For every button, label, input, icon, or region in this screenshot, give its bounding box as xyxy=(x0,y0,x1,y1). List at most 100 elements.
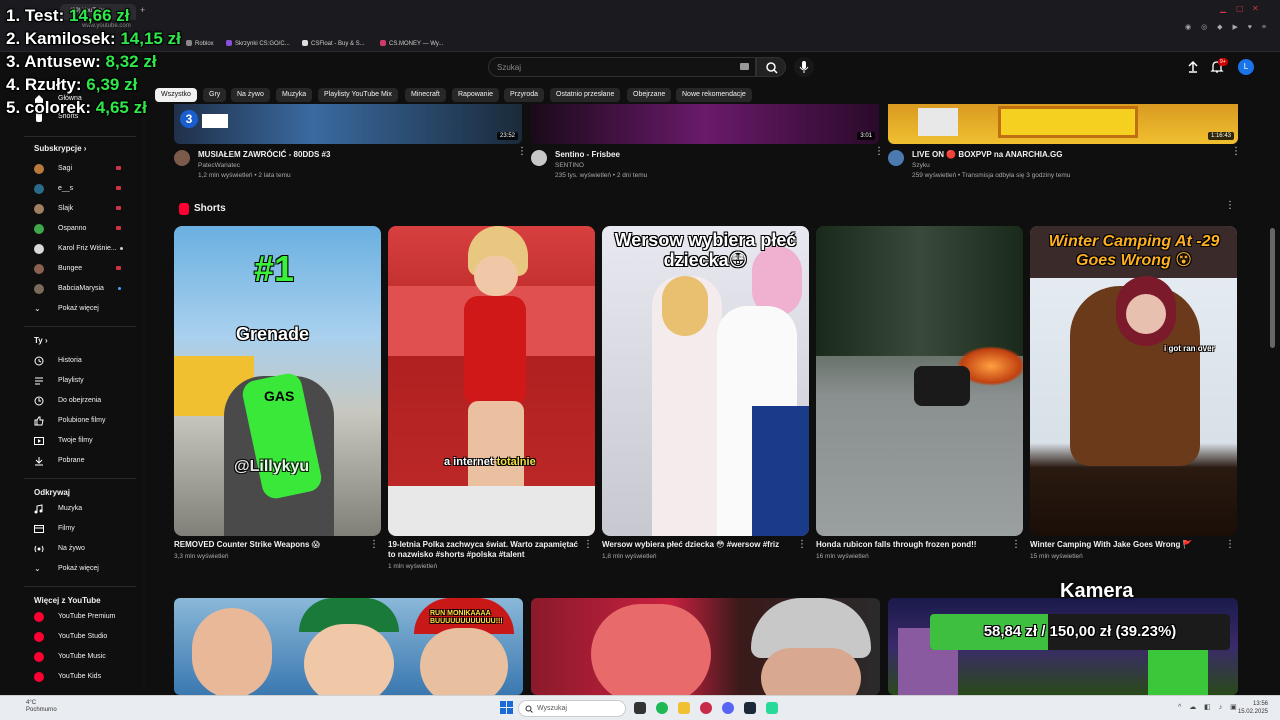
sidebar-sub-bungee[interactable]: Bungee xyxy=(34,264,134,278)
taskbar-search[interactable]: Wyszukaj xyxy=(518,700,626,717)
sidebar-item-label: Polubione filmy xyxy=(58,417,106,424)
video-thumbnail[interactable]: RUN MONIKAAAA BUUUUUUUUUUUU!!! xyxy=(174,598,523,695)
more-options-icon[interactable]: ⋮ xyxy=(874,147,884,157)
sidebar-show-more-explore[interactable]: ⌄ Pokaż więcej xyxy=(34,564,134,578)
video-title[interactable]: LIVE ON 🔴 BOXPVP na ANARCHIA.GG xyxy=(912,150,1062,159)
video-thumbnail[interactable]: 3:01 xyxy=(531,104,879,144)
bookmark-csfloat[interactable]: CSFloat - Buy & S... xyxy=(302,40,365,47)
sidebar-item-your-videos[interactable]: Twoje filmy xyxy=(34,436,134,450)
upload-icon[interactable] xyxy=(1186,60,1200,74)
sidebar-item-playlists[interactable]: Playlisty xyxy=(34,376,134,390)
live-indicator-icon xyxy=(116,186,121,190)
short-title[interactable]: Honda rubicon falls through frozen pond!… xyxy=(816,540,1006,550)
more-options-icon[interactable]: ⋮ xyxy=(583,540,593,550)
chip-minecraft[interactable]: Minecraft xyxy=(405,88,446,102)
video-channel[interactable]: PatecWariatec xyxy=(198,162,240,169)
main-scrollbar-thumb[interactable] xyxy=(1270,228,1275,348)
sidebar-item-liked[interactable]: Polubione filmy xyxy=(34,416,134,430)
sidebar-item-kids[interactable]: YouTube Kids xyxy=(34,672,134,686)
short-title[interactable]: Winter Camping With Jake Goes Wrong 🚩 xyxy=(1030,540,1220,550)
sidebar-sub-ospanno[interactable]: Ospanno xyxy=(34,224,134,238)
donation-goal-progress: 58,84 zł / 150,00 zł (39.23%) xyxy=(930,614,1230,650)
short-views: 3,3 mln wyświetleń xyxy=(174,553,229,560)
shorts-more-options-icon[interactable]: ⋮ xyxy=(1225,201,1235,211)
account-avatar[interactable]: L xyxy=(1238,59,1254,75)
sidebar-item-watch-later[interactable]: Do obejrzenia xyxy=(34,396,134,410)
file-explorer-icon[interactable] xyxy=(678,702,690,714)
browser-icon[interactable] xyxy=(700,702,712,714)
sidebar-sub-babciamarysia[interactable]: BabciaMarysia xyxy=(34,284,134,298)
chip-przyroda[interactable]: Przyroda xyxy=(504,88,545,102)
sidebar-item-premium[interactable]: YouTube Premium xyxy=(34,612,134,626)
sidebar-item-movies[interactable]: Filmy xyxy=(34,524,134,538)
sidebar-item-music[interactable]: Muzyka xyxy=(34,504,134,518)
chip-muzyka[interactable]: Muzyka xyxy=(276,88,313,102)
more-options-icon[interactable]: ⋮ xyxy=(1231,147,1241,157)
minimize-button[interactable]: ▁ xyxy=(1220,4,1226,13)
video-title[interactable]: MUSIAŁEM ZAWRÓCIĆ - 80DDS #3 xyxy=(198,150,330,159)
sidebar-sub-friz[interactable]: Karol Friz Wiśnie... xyxy=(34,244,134,258)
sidebar-item-live[interactable]: Na żywo xyxy=(34,544,134,558)
search-button[interactable] xyxy=(756,57,786,77)
sidebar-item-downloads[interactable]: Pobrane xyxy=(34,456,134,470)
sidebar-show-more-subs[interactable]: ⌄ Pokaż więcej xyxy=(34,304,134,318)
chip-na-zywo[interactable]: Na żywo xyxy=(231,88,270,102)
discord-icon[interactable] xyxy=(722,702,734,714)
short-thumbnail[interactable]: Winter Camping At -29 Goes Wrong 😵 i got… xyxy=(1030,226,1237,536)
more-options-icon[interactable]: ⋮ xyxy=(369,540,379,550)
task-view-icon[interactable] xyxy=(634,702,646,714)
app-icon[interactable] xyxy=(766,702,778,714)
sidebar-item-studio[interactable]: YouTube Studio xyxy=(34,632,134,646)
maximize-button[interactable]: ▢ xyxy=(1236,4,1244,13)
short-thumbnail[interactable] xyxy=(816,226,1023,536)
more-options-icon[interactable]: ⋮ xyxy=(1225,540,1235,550)
video-channel[interactable]: Szyku xyxy=(912,162,930,169)
search-input[interactable]: Szukaj xyxy=(488,57,756,77)
sidebar-scrollbar[interactable] xyxy=(142,100,146,690)
chip-rapowanie[interactable]: Rapowanie xyxy=(452,88,500,102)
chip-ostatnio-przeslane[interactable]: Ostatnio przesłane xyxy=(550,88,621,102)
sidebar-item-label: Na żywo xyxy=(58,545,85,552)
video-thumbnail[interactable] xyxy=(531,598,880,695)
channel-avatar[interactable] xyxy=(531,150,547,166)
more-options-icon[interactable]: ⋮ xyxy=(797,540,807,550)
forest-shape xyxy=(816,226,1023,356)
steam-icon[interactable] xyxy=(744,702,756,714)
extension-icons[interactable]: ◉ ◎ ◆ ▶ ♥ ≡ xyxy=(1185,23,1270,31)
bookmark-skrzynki[interactable]: Skrzynki CS:GO/C... xyxy=(226,40,290,47)
video-thumbnail[interactable]: 1:16:43 xyxy=(888,104,1238,144)
voice-search-button[interactable] xyxy=(794,57,814,77)
more-options-icon[interactable]: ⋮ xyxy=(517,147,527,157)
channel-avatar[interactable] xyxy=(888,150,904,166)
chip-obejrzane[interactable]: Obejrzane xyxy=(627,88,672,102)
close-window-button[interactable]: ✕ xyxy=(1252,4,1259,13)
clock[interactable]: 13:56 15.02.2025 xyxy=(1238,700,1268,716)
short-title[interactable]: REMOVED Counter Strike Weapons 😱 xyxy=(174,540,364,550)
video-thumbnail[interactable]: 3 23:52 xyxy=(174,104,522,144)
windows-start-icon[interactable] xyxy=(500,701,514,715)
sidebar-sub-slajk[interactable]: Slajk xyxy=(34,204,134,218)
short-thumbnail[interactable]: a internet totalnie xyxy=(388,226,595,536)
weather-widget[interactable]: 4°C Pochmurno xyxy=(26,700,57,714)
short-title[interactable]: Wersow wybiera płeć dziecka 😳 #wersow #f… xyxy=(602,540,792,550)
sidebar-item-music-app[interactable]: YouTube Music xyxy=(34,652,134,666)
short-title[interactable]: 19-letnia Polka zachwyca świat. Warto za… xyxy=(388,540,578,560)
subscriptions-heading[interactable]: Subskrypcje › xyxy=(34,144,86,153)
chip-nowe-rekomendacje[interactable]: Nowe rekomendacje xyxy=(676,88,752,102)
you-heading[interactable]: Ty › xyxy=(34,336,48,345)
short-thumbnail[interactable]: GAS #1 Grenade @Lillykyu xyxy=(174,226,381,536)
video-title[interactable]: Sentino - Frisbee xyxy=(555,150,620,159)
chip-gry[interactable]: Gry xyxy=(203,88,227,102)
video-channel[interactable]: SENTINO xyxy=(555,162,584,169)
spotify-icon[interactable] xyxy=(656,702,668,714)
bookmark-csmoney[interactable]: CS.MONEY — Wy... xyxy=(380,40,443,47)
system-tray[interactable]: ^ ☁ ◧ ♪ ▣ xyxy=(1178,703,1240,711)
chip-playlisty-mix[interactable]: Playlisty YouTube Mix xyxy=(318,88,398,102)
more-options-icon[interactable]: ⋮ xyxy=(1011,540,1021,550)
channel-avatar[interactable] xyxy=(174,150,190,166)
short-thumbnail[interactable]: Wersow wybiera płeć dziecka😳 xyxy=(602,226,809,536)
sidebar-sub-sagi[interactable]: Sagi xyxy=(34,164,134,178)
sidebar-item-history[interactable]: Historia xyxy=(34,356,134,370)
sidebar-sub-es[interactable]: e__s xyxy=(34,184,134,198)
keyboard-icon[interactable] xyxy=(740,63,749,70)
